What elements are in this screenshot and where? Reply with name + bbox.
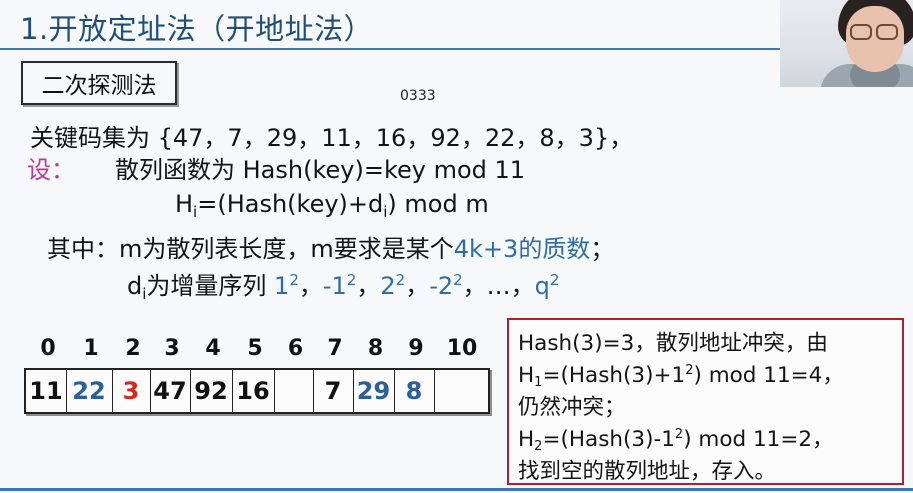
table-length-line: 其中：m为散列表长度，m要求是某个4k+3的质数； xyxy=(47,229,614,264)
glasses-right-lens xyxy=(876,24,898,40)
explain-line-1: Hash(3)=3，散列地址冲突，由 xyxy=(518,331,828,356)
sequence-term: q xyxy=(534,272,550,300)
sequence-term: 1 xyxy=(274,272,290,300)
index-label: 4 xyxy=(205,336,221,361)
hash-cell: 22 xyxy=(66,370,113,412)
sequence-separator: ， xyxy=(298,272,323,300)
sequence-exponent: 2 xyxy=(289,271,299,289)
formula-end: ) mod m xyxy=(387,190,489,218)
page-code: 0333 xyxy=(400,88,436,104)
sequence-term: 2 xyxy=(380,272,396,300)
where-highlight: 4k+3的质数 xyxy=(453,235,591,263)
explain-l4-b: =(Hash(3)-1 xyxy=(542,427,675,452)
hash-cell: 3 xyxy=(112,370,151,412)
sequence-separator: ， xyxy=(405,272,430,300)
hash-cell: 47 xyxy=(150,370,191,412)
where-prefix: 其中：m为散列表长度，m要求是某个 xyxy=(47,235,454,263)
explain-l2-b: =(Hash(3)+1 xyxy=(542,363,686,388)
hash-cell xyxy=(434,370,486,412)
index-label: 8 xyxy=(367,336,384,361)
table-index-row: 0 1 2 3 4 5 6 7 8 9 10 xyxy=(27,336,487,366)
index-label: 0 xyxy=(40,336,56,361)
index-label: 7 xyxy=(327,336,343,361)
sequence-exponent: 2 xyxy=(549,271,560,289)
formula-middle: =(Hash(key)+d xyxy=(197,190,384,218)
explain-line-4: H2=(Hash(3)-12) mod 11=2， xyxy=(518,422,834,454)
sequence-separator: ，…， xyxy=(462,272,535,300)
hash-cell xyxy=(274,370,314,412)
explanation-box: Hash(3)=3，散列地址冲突，由 H1=(Hash(3)+12) mod 1… xyxy=(507,318,904,485)
di-d: d xyxy=(127,272,143,300)
sequence-exponent: 2 xyxy=(346,271,357,289)
explain-l2-c: ) mod 11=4， xyxy=(693,363,844,388)
explain-l4-sup: 2 xyxy=(674,427,684,442)
explain-line-2: H1=(Hash(3)+12) mod 11=4， xyxy=(518,358,844,390)
key-set-line: 关键码集为 {47，7，29，11，16，92，22，8，3}， xyxy=(30,124,634,152)
sequence-separator: ， xyxy=(356,272,381,300)
bottom-divider xyxy=(0,488,913,491)
method-label: 二次探测法 xyxy=(41,73,157,99)
index-label: 9 xyxy=(408,336,424,361)
hash-cell: 29 xyxy=(353,370,395,412)
explain-h1: H xyxy=(518,363,535,388)
increment-sequence: 12，-12，22，-22，…，q2 xyxy=(274,271,560,300)
index-label: 3 xyxy=(164,336,180,361)
hash-cell: 7 xyxy=(313,370,354,412)
explain-line-5: 找到空的散列地址，存入。 xyxy=(518,459,777,484)
index-label: 6 xyxy=(287,336,304,361)
index-label: 10 xyxy=(446,336,478,361)
sequence-term: -2 xyxy=(429,272,454,300)
hash-cell: 11 xyxy=(26,370,67,412)
index-label: 1 xyxy=(83,336,99,361)
title-divider xyxy=(0,48,780,50)
hash-function-line: 散列函数为 Hash(key)=key mod 11 xyxy=(115,156,526,184)
sequence-term: -1 xyxy=(322,272,347,300)
set-label: 设： xyxy=(27,156,75,184)
explain-h2: H xyxy=(518,427,535,452)
sequence-exponent: 2 xyxy=(453,271,463,289)
formula-h: H xyxy=(175,190,194,218)
hash-cell: 92 xyxy=(190,370,233,412)
index-label: 2 xyxy=(125,336,141,361)
increment-sequence-line: di为增量序列 12，-12，22，-22，…，q2 xyxy=(127,266,559,303)
page-title: 1.开放定址法（开地址法） xyxy=(20,12,374,46)
hash-cell: 8 xyxy=(394,370,435,412)
method-box: 二次探测法 xyxy=(21,61,177,105)
presenter-webcam xyxy=(780,0,913,87)
hash-cell: 16 xyxy=(232,370,275,412)
hash-table: 11 22 3 47 92 16 7 29 8 xyxy=(24,368,490,414)
where-suffix: ； xyxy=(590,235,615,263)
sequence-exponent: 2 xyxy=(395,271,406,289)
explain-l4-c: ) mod 11=2， xyxy=(683,427,834,452)
probe-formula: Hi=(Hash(key)+di) mod m xyxy=(175,190,489,221)
di-text: 为增量序列 xyxy=(146,272,275,300)
glasses-left-lens xyxy=(850,24,872,40)
explain-line-3: 仍然冲突； xyxy=(518,395,626,420)
index-label: 5 xyxy=(247,336,263,361)
